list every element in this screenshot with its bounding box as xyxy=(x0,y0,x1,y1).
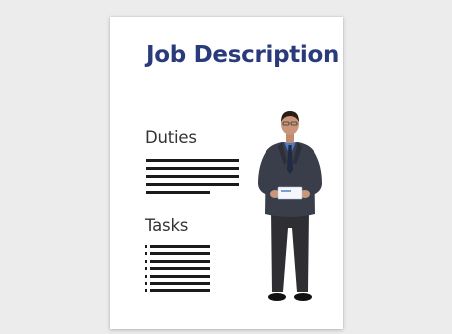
bullet-row xyxy=(145,274,210,278)
bullet-icon xyxy=(145,281,147,285)
bullet-row xyxy=(145,267,210,271)
bullet-icon xyxy=(145,274,147,278)
text-line xyxy=(150,281,210,285)
businessman-holding-card-icon xyxy=(258,111,322,301)
text-line xyxy=(150,252,210,256)
text-line xyxy=(150,267,210,271)
text-line xyxy=(150,259,210,263)
bullet-row xyxy=(145,252,210,256)
text-line xyxy=(146,167,239,170)
text-line xyxy=(150,245,210,248)
text-line xyxy=(150,289,210,293)
text-line xyxy=(146,175,239,178)
text-line xyxy=(150,274,210,278)
bullet-row xyxy=(145,259,210,263)
bullet-icon xyxy=(145,267,147,271)
bullet-icon xyxy=(145,289,147,293)
bullet-row xyxy=(145,289,210,293)
document-title: Job Description xyxy=(146,42,340,68)
bullet-icon xyxy=(145,259,147,263)
text-line xyxy=(146,159,239,162)
bullet-row xyxy=(145,281,210,285)
bullet-row xyxy=(145,245,210,248)
bullet-icon xyxy=(145,252,147,256)
duties-text-placeholder xyxy=(146,159,239,199)
text-line xyxy=(146,191,210,194)
illustration-canvas: Job Description Duties Tasks xyxy=(0,0,452,334)
tasks-heading: Tasks xyxy=(145,216,189,235)
text-line xyxy=(146,183,239,186)
tasks-bullet-list-placeholder xyxy=(145,245,210,297)
duties-heading: Duties xyxy=(145,128,197,147)
bullet-icon xyxy=(145,245,147,248)
